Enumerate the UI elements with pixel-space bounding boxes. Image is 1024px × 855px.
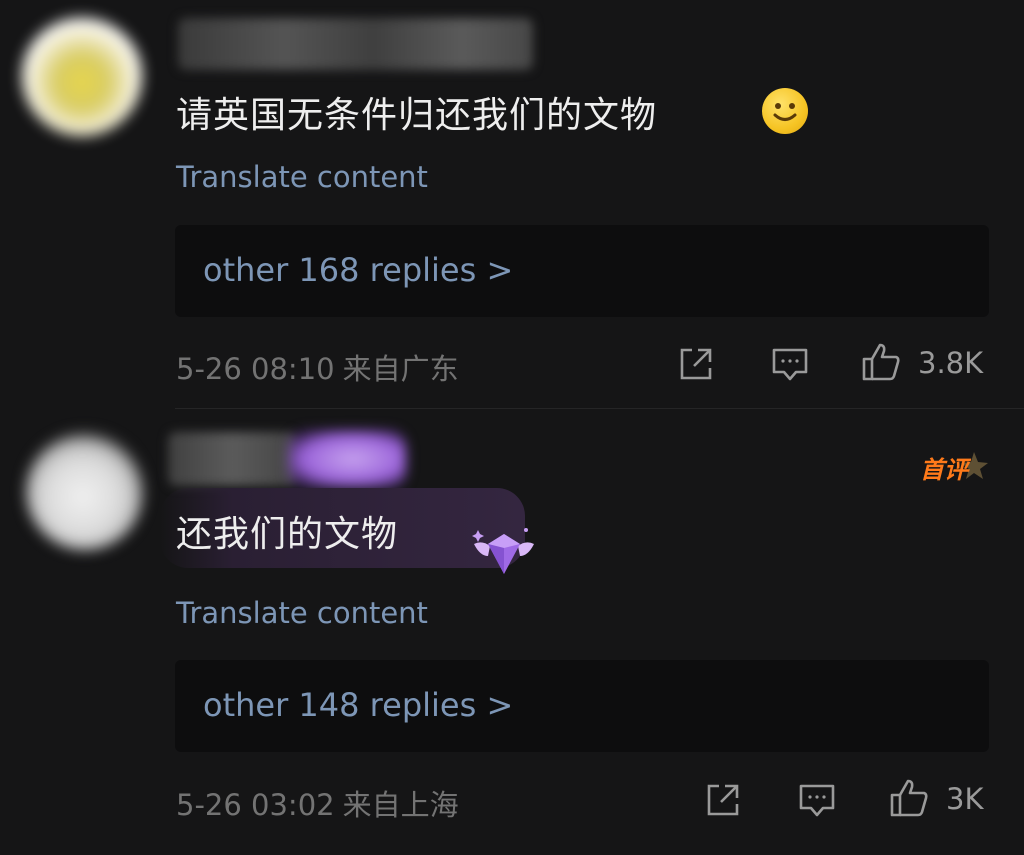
translate-link[interactable]: Translate content — [176, 160, 428, 194]
thumbs-up-icon[interactable] — [888, 777, 928, 817]
divider — [175, 408, 1024, 409]
username-redacted[interactable] — [178, 18, 533, 70]
comment-text: 请英国无条件归还我们的文物 — [176, 95, 658, 136]
comment-reply-icon[interactable] — [770, 344, 810, 384]
share-icon[interactable] — [676, 344, 716, 384]
comment-text: 还我们的文物 — [176, 514, 399, 555]
replies-button[interactable]: other 168 replies > — [175, 225, 989, 317]
comment-location: 来自上海 — [342, 788, 459, 822]
replies-label: other 168 replies > — [203, 251, 514, 289]
comment-meta: 5-26 08:10 来自广东 — [176, 346, 459, 388]
translate-link[interactable]: Translate content — [176, 596, 428, 630]
thumbs-up-icon[interactable] — [860, 341, 900, 381]
diamond-wing-badge-icon — [468, 522, 540, 580]
comment-date: 5-26 03:02 — [176, 788, 335, 822]
username-redacted[interactable] — [168, 432, 296, 486]
comment-list: 请英国无条件归还我们的文物 Translate content other 16… — [0, 0, 1024, 855]
user-badge-redacted — [288, 430, 406, 488]
smile-emoji-icon — [762, 88, 808, 134]
share-icon[interactable] — [703, 780, 743, 820]
like-count: 3.8K — [918, 346, 984, 380]
comment-reply-icon[interactable] — [797, 780, 837, 820]
avatar[interactable] — [26, 432, 144, 550]
comment-item: 请英国无条件归还我们的文物 Translate content other 16… — [0, 0, 1024, 410]
replies-label: other 148 replies > — [203, 686, 514, 724]
comment-location: 来自广东 — [342, 352, 459, 386]
first-comment-badge: 首评 — [918, 448, 992, 488]
first-comment-label: 首评 — [920, 456, 968, 484]
avatar[interactable] — [22, 16, 142, 136]
comment-date: 5-26 08:10 — [176, 352, 335, 386]
comment-item: 首评 还我们的文物 Translate content other 148 re… — [0, 410, 1024, 855]
like-count: 3K — [946, 782, 984, 816]
comment-meta: 5-26 03:02 来自上海 — [176, 782, 459, 824]
replies-button[interactable]: other 148 replies > — [175, 660, 989, 752]
